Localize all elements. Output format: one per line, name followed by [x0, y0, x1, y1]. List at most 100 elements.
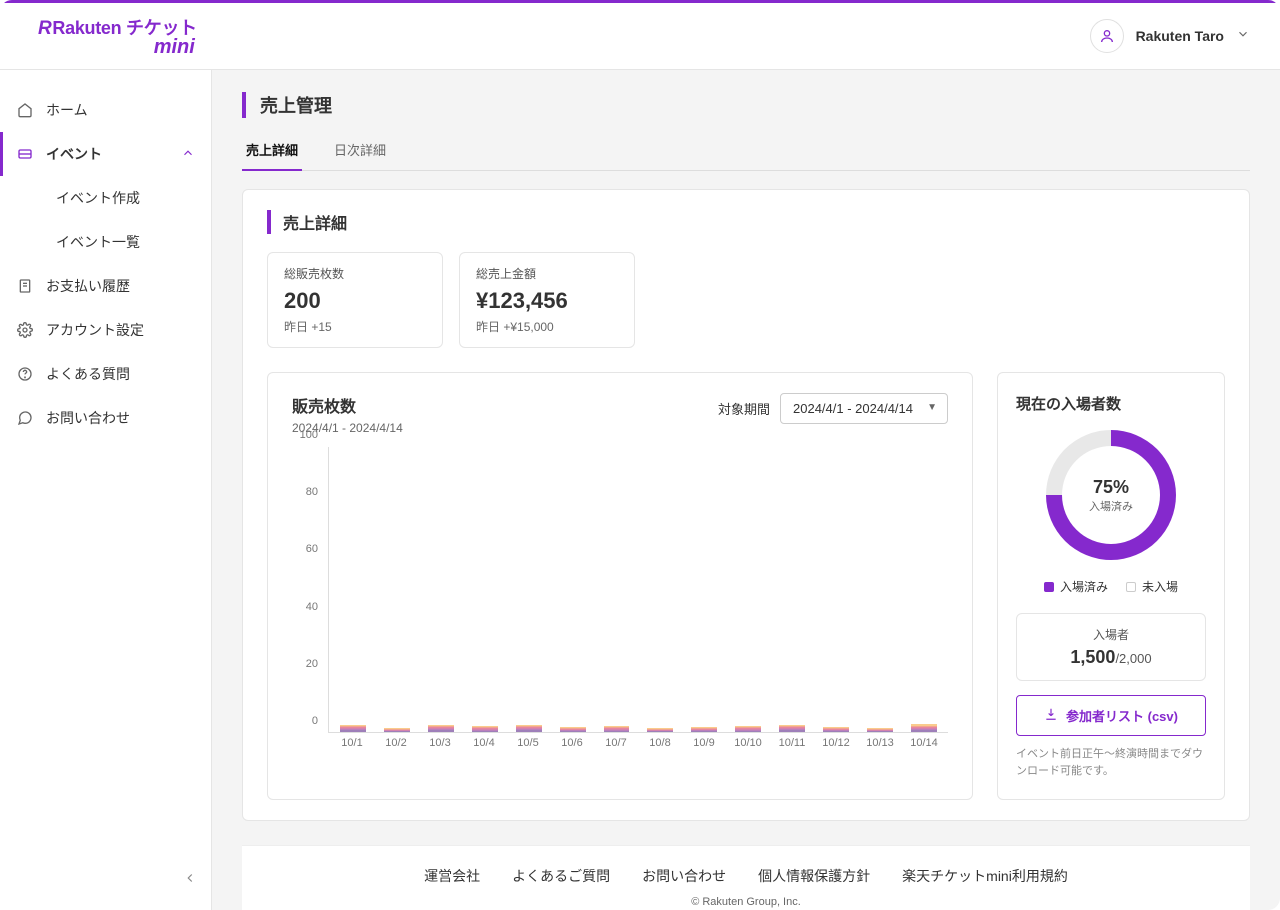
donut-label: 入場済み [1089, 498, 1133, 514]
attendee-label: 入場者 [1029, 626, 1193, 643]
bar [384, 728, 410, 732]
legend-swatch-not-checked-in [1126, 582, 1136, 592]
footer-link[interactable]: 運営会社 [424, 866, 480, 886]
sidebar-item-label: ホーム [46, 100, 88, 120]
period-label: 対象期間 [718, 399, 770, 418]
logo-main: Rakuten チケット [52, 18, 196, 38]
bar [911, 724, 937, 732]
stat-total-revenue: 総売上金額 ¥123,456 昨日 +¥15,000 [459, 252, 635, 348]
tab-sales-detail[interactable]: 売上詳細 [242, 132, 302, 171]
x-label: 10/10 [730, 737, 766, 757]
x-label: 10/9 [686, 737, 722, 757]
download-note: イベント前日正午〜終演時間までダウンロード可能です。 [1016, 746, 1206, 779]
attendee-denom: /2,000 [1115, 651, 1151, 666]
donut-percent: 75% [1093, 477, 1129, 498]
x-label: 10/6 [554, 737, 590, 757]
footer-link[interactable]: 個人情報保護方針 [758, 866, 870, 886]
bar [779, 725, 805, 732]
legend: 入場済み 未入場 [1016, 578, 1206, 595]
x-label: 10/1 [334, 737, 370, 757]
stat-label: 総売上金額 [476, 265, 618, 282]
page-title: 売上管理 [242, 92, 1250, 118]
x-label: 10/2 [378, 737, 414, 757]
y-tick: 80 [306, 486, 318, 498]
sidebar-item-event[interactable]: イベント [0, 132, 211, 176]
bar [472, 726, 498, 732]
x-label: 10/7 [598, 737, 634, 757]
tab-label: 日次詳細 [334, 143, 386, 158]
bar [823, 727, 849, 732]
x-label: 10/11 [774, 737, 810, 757]
sidebar-item-faq[interactable]: よくある質問 [0, 352, 211, 396]
y-tick: 100 [300, 429, 318, 441]
bar [604, 726, 630, 732]
sidebar-item-label: お問い合わせ [46, 408, 130, 428]
sidebar-item-home[interactable]: ホーム [0, 88, 211, 132]
sidebar-sub-event-create[interactable]: イベント作成 [0, 176, 211, 220]
footer-primary: 運営会社よくあるご質問お問い合わせ個人情報保護方針楽天チケットmini利用規約 … [242, 845, 1250, 910]
main-content: 売上管理 売上詳細 日次詳細 売上詳細 総販売枚数 200 昨日 +15 総売上… [212, 70, 1280, 910]
chat-icon [16, 409, 34, 427]
chart-title: 販売枚数 [292, 393, 403, 417]
tab-label: 売上詳細 [246, 143, 298, 158]
gear-icon [16, 321, 34, 339]
legend-label: 入場済み [1060, 578, 1108, 595]
sidebar-item-label: よくある質問 [46, 364, 130, 384]
sidebar-item-label: イベント [46, 144, 102, 164]
logo[interactable]: RRakuten チケット mini [38, 14, 197, 59]
chevron-up-icon [181, 146, 195, 163]
sales-panel: 売上詳細 総販売枚数 200 昨日 +15 総売上金額 ¥123,456 昨日 … [242, 189, 1250, 821]
x-label: 10/13 [862, 737, 898, 757]
stat-total-tickets: 総販売枚数 200 昨日 +15 [267, 252, 443, 348]
period-select[interactable]: 2024/4/1 - 2024/4/14 [780, 393, 948, 424]
download-csv-button[interactable]: 参加者リスト (csv) [1016, 695, 1206, 736]
x-label: 10/12 [818, 737, 854, 757]
legend-label: 未入場 [1142, 578, 1178, 595]
x-label: 10/14 [906, 737, 942, 757]
bar [340, 725, 366, 732]
bar [867, 728, 893, 732]
download-label: 参加者リスト (csv) [1066, 706, 1178, 725]
bar [735, 726, 761, 732]
admission-card: 現在の入場者数 75% 入場済み 入場済み 未入場 [997, 372, 1225, 800]
sidebar-item-account[interactable]: アカウント設定 [0, 308, 211, 352]
receipt-icon [16, 277, 34, 295]
x-label: 10/8 [642, 737, 678, 757]
y-tick: 0 [312, 715, 318, 727]
legend-swatch-checked-in [1044, 582, 1054, 592]
stat-delta: 昨日 +¥15,000 [476, 318, 618, 335]
ticket-icon [16, 145, 34, 163]
tab-daily-detail[interactable]: 日次詳細 [330, 132, 390, 170]
donut-chart: 75% 入場済み [1046, 430, 1176, 560]
logo-sub: mini [154, 36, 195, 59]
stat-value: ¥123,456 [476, 288, 618, 314]
stat-label: 総販売枚数 [284, 265, 426, 282]
sidebar-collapse-button[interactable] [183, 871, 197, 890]
sidebar-item-label: アカウント設定 [46, 320, 144, 340]
footer-link[interactable]: 楽天チケットmini利用規約 [902, 866, 1068, 886]
bar-chart: 020406080100 10/110/210/310/410/510/610/… [292, 447, 948, 757]
download-icon [1044, 707, 1058, 724]
bar [516, 725, 542, 732]
stat-value: 200 [284, 288, 426, 314]
header: RRakuten チケット mini Rakuten Taro [0, 3, 1280, 70]
sidebar: ホーム イベント イベント作成 イベント一覧 お支払い履歴 アカウント設定 よく… [0, 70, 212, 910]
y-tick: 60 [306, 543, 318, 555]
sidebar-sub-event-list[interactable]: イベント一覧 [0, 220, 211, 264]
user-avatar-icon [1090, 19, 1124, 53]
sidebar-item-contact[interactable]: お問い合わせ [0, 396, 211, 440]
attendee-value: 1,500 [1070, 647, 1115, 667]
footer-link[interactable]: よくあるご質問 [512, 866, 610, 886]
user-menu[interactable]: Rakuten Taro [1090, 19, 1250, 53]
bar [560, 727, 586, 732]
user-name: Rakuten Taro [1136, 28, 1224, 44]
section-title: 売上詳細 [267, 210, 1225, 234]
period-value: 2024/4/1 - 2024/4/14 [793, 401, 913, 416]
sidebar-item-payment[interactable]: お支払い履歴 [0, 264, 211, 308]
bar [691, 727, 717, 732]
bar [428, 725, 454, 732]
home-icon [16, 101, 34, 119]
stat-delta: 昨日 +15 [284, 318, 426, 335]
footer-link[interactable]: お問い合わせ [642, 866, 726, 886]
tabs: 売上詳細 日次詳細 [242, 132, 1250, 171]
